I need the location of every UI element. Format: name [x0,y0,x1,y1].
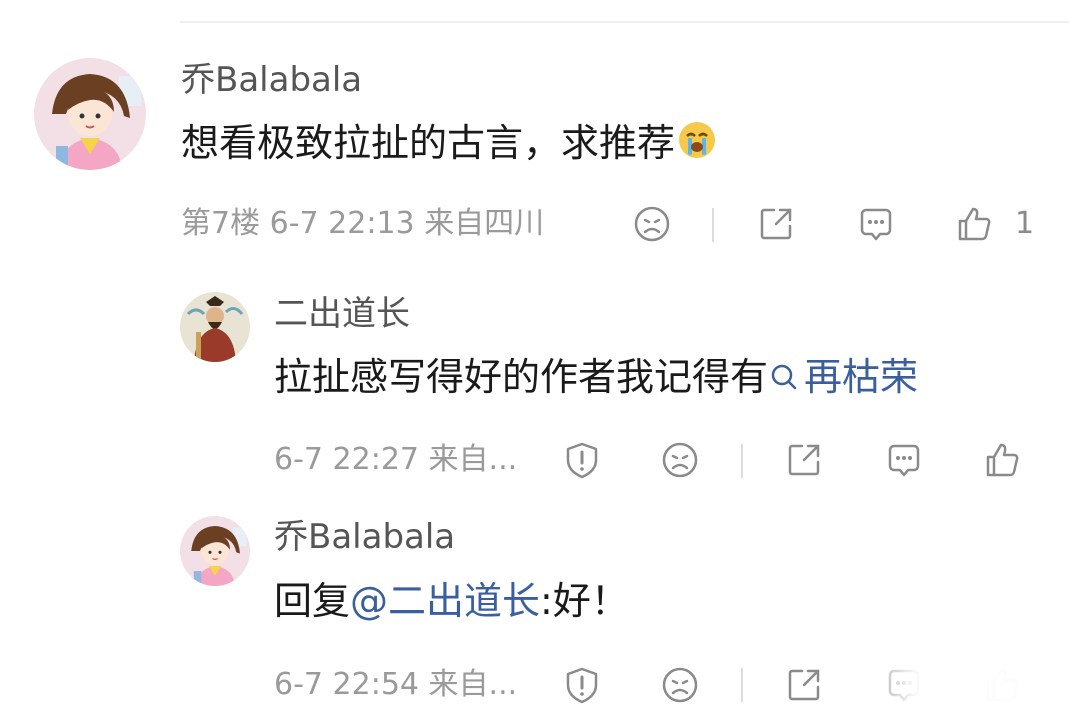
avatar[interactable] [180,516,250,586]
reply-body: 拉扯感写得好的作者我记得有 [274,355,769,399]
share-icon[interactable] [782,438,826,482]
frown-face-icon[interactable] [630,202,674,246]
search-link[interactable]: 再枯荣 [768,355,918,399]
share-icon[interactable] [782,663,826,707]
mention-link[interactable]: @二出道长 [350,579,540,623]
comment-meta: 第7楼 6-7 22:13 来自四川 [181,206,544,242]
reply-meta: 6-7 22:27 来自... [274,442,517,478]
like-count: 1 [1015,206,1035,241]
reply-text: 回复@二出道长:好！ [274,578,629,624]
reply-prefix: 回复 [274,579,351,623]
separator [741,444,743,478]
search-icon [768,357,800,403]
reply-location: 来自... [428,667,518,702]
frown-face-icon[interactable] [658,438,702,482]
shield-icon[interactable] [560,438,604,482]
shield-icon[interactable] [560,663,604,707]
comment-thread: 乔Balabala 想看极致拉扯的古言，求推荐 第7楼 6-7 22:13 来自… [0,0,1069,714]
reply-username[interactable]: 二出道长 [274,294,410,334]
frown-face-icon[interactable] [658,663,702,707]
divider [180,21,1069,23]
comment-icon[interactable] [882,438,926,482]
comment-username[interactable]: 乔Balabala [181,60,362,100]
reply-text: 拉扯感写得好的作者我记得有 再枯荣 [274,354,918,403]
reply-username[interactable]: 乔Balabala [274,517,455,557]
comment-location: 来自四川 [424,206,545,241]
reply-time: 6-7 22:54 [274,667,419,702]
avatar[interactable] [180,292,250,362]
reply-time: 6-7 22:27 [274,442,419,477]
thumbs-up-icon[interactable] [980,438,1024,482]
thumbs-up-icon[interactable] [952,202,996,246]
floor-label: 第7楼 [181,206,261,241]
reply-meta: 6-7 22:54 来自... [274,667,517,703]
search-link-text: 再枯荣 [804,355,919,399]
comment-icon[interactable] [854,202,898,246]
fade-overlay [850,650,1069,714]
comment-text: 想看极致拉扯的古言，求推荐 [181,120,717,170]
comment-body: 想看极致拉扯的古言，求推荐 [181,121,676,165]
separator [741,668,743,702]
crying-face-icon [677,120,717,170]
comment-time: 6-7 22:13 [269,206,415,241]
avatar[interactable] [34,58,146,170]
separator [712,208,714,242]
reply-location: 来自... [428,442,518,477]
reply-body: :好！ [540,579,629,623]
share-icon[interactable] [754,202,798,246]
